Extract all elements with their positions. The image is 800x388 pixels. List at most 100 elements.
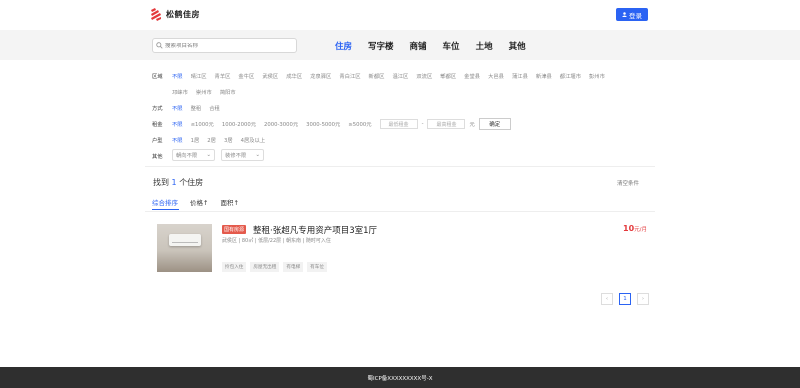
district-option[interactable]: 新津县 <box>536 72 552 80</box>
sort-price[interactable]: 价格↑ <box>190 197 208 207</box>
listing-meta: 武侯区 | 80㎡ | 低层/22层 | 朝东南 | 随时可入住 <box>222 238 331 244</box>
rent-unit: 元 <box>469 122 475 128</box>
district-option[interactable]: 金堂县 <box>464 72 480 80</box>
sort-default[interactable]: 综合排序 <box>152 197 178 207</box>
listing-card[interactable]: 国有房源 整租·张超凡专用资产项目3室1厅 武侯区 | 80㎡ | 低层/22层… <box>157 224 647 272</box>
district-option[interactable]: 武侯区 <box>262 72 278 80</box>
sort-area[interactable]: 面积↑ <box>220 197 238 207</box>
rent-option[interactable]: 1000-2000元 <box>222 120 256 128</box>
layout-option[interactable]: 3居 <box>224 136 233 144</box>
mode-option[interactable]: 合租 <box>209 104 220 112</box>
rent-option[interactable]: ≤1000元 <box>191 120 214 128</box>
listing-price: 10元/月 <box>623 224 647 233</box>
rent-sep: - <box>421 121 424 127</box>
logo-icon <box>151 8 161 21</box>
sort-active-indicator <box>152 209 179 210</box>
login-button[interactable]: 登录 <box>616 8 648 21</box>
footer: 蜀ICP备XXXXXXXXX号-X <box>0 367 800 388</box>
category-tabs: 住房 写字楼 商铺 车位 土地 其他 <box>335 40 542 52</box>
filter-mode-label: 方式 <box>152 106 163 112</box>
tab-shop[interactable]: 商铺 <box>410 40 427 52</box>
layout-option[interactable]: 不限 <box>172 136 183 144</box>
result-prefix: 找到 <box>153 178 169 187</box>
rent-option[interactable]: 不限 <box>172 120 183 128</box>
district-option[interactable]: 双流区 <box>416 72 432 80</box>
district-option[interactable]: 大邑县 <box>488 72 504 80</box>
district-option[interactable]: 郫都区 <box>440 72 456 80</box>
listing-badge: 国有房源 <box>222 225 247 234</box>
district-option[interactable]: 青羊区 <box>215 72 231 80</box>
filter-other-label: 其他 <box>152 154 163 160</box>
result-number: 1 <box>171 178 177 187</box>
search-box[interactable] <box>152 38 297 53</box>
district-option[interactable]: 都江堰市 <box>560 72 581 80</box>
icp-text[interactable]: 蜀ICP备XXXXXXXXX号-X <box>368 374 433 382</box>
filter-district-row: 区域 不限 晴江区 青羊区 金牛区 武侯区 成华区 龙泉驿区 青白江区 新都区 温江区 双流区 郫都区… <box>152 72 632 104</box>
rent-min-input[interactable]: 最低租金 <box>379 119 418 129</box>
tab-office[interactable]: 写字楼 <box>368 40 394 52</box>
next-page-button[interactable]: › <box>637 293 649 305</box>
listing-title[interactable]: 整租·张超凡专用资产项目3室1厅 <box>253 224 377 236</box>
tab-land[interactable]: 土地 <box>476 40 493 52</box>
rent-options: 不限 ≤1000元 1000-2000元 2000-3000元 3000-5000元 ≥5… <box>172 118 622 136</box>
decoration-select[interactable]: 装修不限 ⌄ <box>221 149 264 161</box>
orientation-select[interactable]: 朝向不限 ⌄ <box>172 149 215 161</box>
district-option[interactable]: 温江区 <box>392 72 408 80</box>
rent-option[interactable]: 2000-3000元 <box>264 120 298 128</box>
air-conditioner-image <box>169 234 201 246</box>
tab-residential[interactable]: 住房 <box>335 40 352 52</box>
district-option[interactable]: 崇州市 <box>196 88 212 96</box>
district-option[interactable]: 新都区 <box>369 72 385 80</box>
rent-option[interactable]: 3000-5000元 <box>306 120 340 128</box>
decoration-value: 装修不限 <box>225 153 247 159</box>
layout-option[interactable]: 1居 <box>191 136 200 144</box>
mode-option[interactable]: 不限 <box>172 104 183 112</box>
filter-district-label: 区域 <box>152 74 163 80</box>
district-option[interactable]: 金牛区 <box>238 72 254 80</box>
district-option[interactable]: 龙泉驿区 <box>310 72 331 80</box>
brand-name: 松鹤佳房 <box>166 10 200 19</box>
district-option[interactable]: 不限 <box>172 72 183 80</box>
district-option[interactable]: 青白江区 <box>339 72 360 80</box>
logo[interactable]: 松鹤佳房 <box>150 8 200 21</box>
listing-tag: 拎包入住 <box>222 262 247 272</box>
filter-panel: 区域 不限 晴江区 青羊区 金牛区 武侯区 成华区 龙泉驿区 青白江区 新都区 温江区 双流区 郫都区… <box>152 72 632 161</box>
layout-option[interactable]: 2居 <box>207 136 216 144</box>
district-option[interactable]: 晴江区 <box>191 72 207 80</box>
orientation-value: 朝向不限 <box>176 153 198 159</box>
top-header: 松鹤佳房 登录 <box>0 0 800 30</box>
search-input[interactable] <box>165 42 285 49</box>
rent-option[interactable]: ≥5000元 <box>348 120 371 128</box>
result-count: 找到 1 个住房 <box>153 177 203 188</box>
page-button-current[interactable]: 1 <box>619 293 631 305</box>
district-option[interactable]: 彭州市 <box>589 72 605 80</box>
chevron-down-icon: ⌄ <box>255 152 260 158</box>
district-option[interactable]: 成华区 <box>286 72 302 80</box>
mode-option[interactable]: 整租 <box>191 104 202 112</box>
user-icon <box>622 12 627 17</box>
district-option[interactable]: 简阳市 <box>220 88 236 96</box>
chevron-down-icon: ⌄ <box>206 152 211 158</box>
rent-max-input[interactable]: 最高租金 <box>427 119 466 129</box>
rent-confirm-button[interactable]: 确定 <box>478 118 511 130</box>
filter-rent-label: 租金 <box>152 122 163 128</box>
layout-option[interactable]: 4居及以上 <box>241 136 266 144</box>
result-suffix: 个住房 <box>179 178 204 187</box>
listing-tag: 有电梯 <box>283 262 304 272</box>
listing-tag: 有车位 <box>307 262 327 272</box>
filter-mode-row: 方式 不限 整租 合租 <box>152 104 632 120</box>
price-value: 10 <box>623 224 635 233</box>
listing-tag: 房屋无出租 <box>250 262 280 272</box>
divider <box>145 166 655 167</box>
price-unit: 元/月 <box>634 227 647 233</box>
tab-other[interactable]: 其他 <box>509 40 526 52</box>
search-icon <box>156 42 163 49</box>
listing-photo[interactable] <box>157 224 212 272</box>
district-option[interactable]: 蒲江县 <box>512 72 528 80</box>
prev-page-button[interactable]: ‹ <box>601 293 613 305</box>
clear-filters-link[interactable]: 清空条件 <box>617 179 639 187</box>
mode-options: 不限 整租 合租 <box>172 104 622 120</box>
sort-tabs: 综合排序 价格↑ 面积↑ <box>152 197 251 207</box>
tab-parking[interactable]: 车位 <box>443 40 460 52</box>
district-option[interactable]: 邛崃市 <box>172 88 188 96</box>
